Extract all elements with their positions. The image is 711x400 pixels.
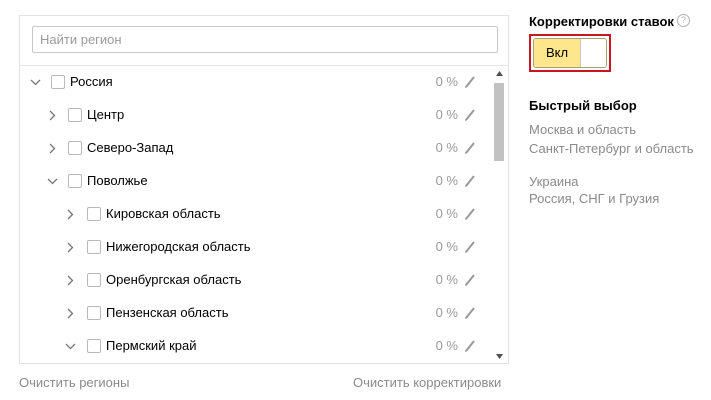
- region-checkbox[interactable]: [87, 240, 101, 254]
- tree-row-nizhny: Нижегородская область 0 %: [20, 231, 490, 264]
- region-checkbox[interactable]: [87, 339, 101, 353]
- region-checkbox[interactable]: [68, 108, 82, 122]
- quick-select-spb[interactable]: Санкт-Петербург и область: [529, 141, 704, 157]
- region-checkbox[interactable]: [51, 75, 65, 89]
- chevron-right-icon[interactable]: [65, 209, 76, 220]
- scroll-up-arrow-icon[interactable]: [491, 67, 508, 81]
- toggle-highlight-frame: Вкл: [529, 34, 611, 72]
- chevron-right-icon[interactable]: [65, 308, 76, 319]
- region-label: Оренбургская область: [106, 272, 242, 287]
- tree-row-kirov: Кировская область 0 %: [20, 198, 490, 231]
- tree-row-perm: Пермский край 0 %: [20, 330, 490, 363]
- region-tree: Россия 0 % Центр 0 % Северо-Запад 0 % По…: [20, 66, 490, 363]
- scrollbar-thumb[interactable]: [494, 83, 504, 161]
- region-search-input[interactable]: [32, 26, 498, 53]
- search-area: [20, 16, 508, 66]
- chevron-right-icon[interactable]: [65, 242, 76, 253]
- toggle-knob[interactable]: [580, 39, 606, 67]
- pencil-icon[interactable]: [463, 306, 477, 320]
- tree-row-northwest: Северо-Запад 0 %: [20, 132, 490, 165]
- region-selector-panel: Россия 0 % Центр 0 % Северо-Запад: [19, 15, 509, 364]
- tree-row-center: Центр 0 %: [20, 99, 490, 132]
- bid-adjustments-title: Корректировки ставок: [529, 14, 674, 29]
- region-checkbox[interactable]: [68, 141, 82, 155]
- chevron-right-icon[interactable]: [47, 143, 58, 154]
- region-label: Поволжье: [87, 173, 148, 188]
- region-label: Центр: [87, 107, 125, 122]
- region-label: Северо-Запад: [87, 140, 174, 155]
- pencil-icon[interactable]: [463, 174, 477, 188]
- scroll-down-arrow-icon[interactable]: [491, 349, 508, 363]
- quick-select-moscow[interactable]: Москва и область: [529, 122, 704, 138]
- region-label: Нижегородская область: [106, 239, 251, 254]
- region-label: Кировская область: [106, 206, 221, 221]
- tree-row-penza: Пензенская область 0 %: [20, 297, 490, 330]
- toggle-on-label: Вкл: [534, 39, 580, 67]
- bid-adjustments-toggle[interactable]: Вкл: [533, 38, 607, 68]
- region-checkbox[interactable]: [87, 306, 101, 320]
- region-checkbox[interactable]: [87, 273, 101, 287]
- region-checkbox[interactable]: [68, 174, 82, 188]
- region-checkbox[interactable]: [87, 207, 101, 221]
- quick-select-russia-cis[interactable]: Россия, СНГ и Грузия: [529, 191, 704, 207]
- pencil-icon[interactable]: [463, 141, 477, 155]
- chevron-right-icon[interactable]: [47, 110, 58, 121]
- region-label: Пензенская область: [106, 305, 229, 320]
- pencil-icon[interactable]: [463, 240, 477, 254]
- bid-adjustments-panel: Корректировки ставок ? Вкл Быстрый выбор…: [529, 0, 711, 400]
- tree-row-volga: Поволжье 0 %: [20, 165, 490, 198]
- pencil-icon[interactable]: [463, 207, 477, 221]
- clear-regions-link[interactable]: Очистить регионы: [19, 375, 129, 390]
- pencil-icon[interactable]: [463, 273, 477, 287]
- help-icon[interactable]: ?: [677, 14, 690, 27]
- tree-row-orenburg: Оренбургская область 0 %: [20, 264, 490, 297]
- tree-row-russia: Россия 0 %: [20, 66, 490, 99]
- chevron-down-icon[interactable]: [30, 77, 41, 88]
- pencil-icon[interactable]: [463, 75, 477, 89]
- region-label: Пермский край: [106, 338, 197, 353]
- tree-scrollbar[interactable]: [491, 67, 508, 363]
- clear-adjustments-link[interactable]: Очистить корректировки: [353, 375, 501, 390]
- quick-select-title: Быстрый выбор: [529, 98, 637, 113]
- chevron-right-icon[interactable]: [65, 275, 76, 286]
- pencil-icon[interactable]: [463, 108, 477, 122]
- quick-select-ukraine[interactable]: Украина: [529, 174, 704, 190]
- chevron-down-icon[interactable]: [65, 341, 76, 352]
- chevron-down-icon[interactable]: [47, 176, 58, 187]
- region-label: Россия: [70, 74, 113, 89]
- pencil-icon[interactable]: [463, 339, 477, 353]
